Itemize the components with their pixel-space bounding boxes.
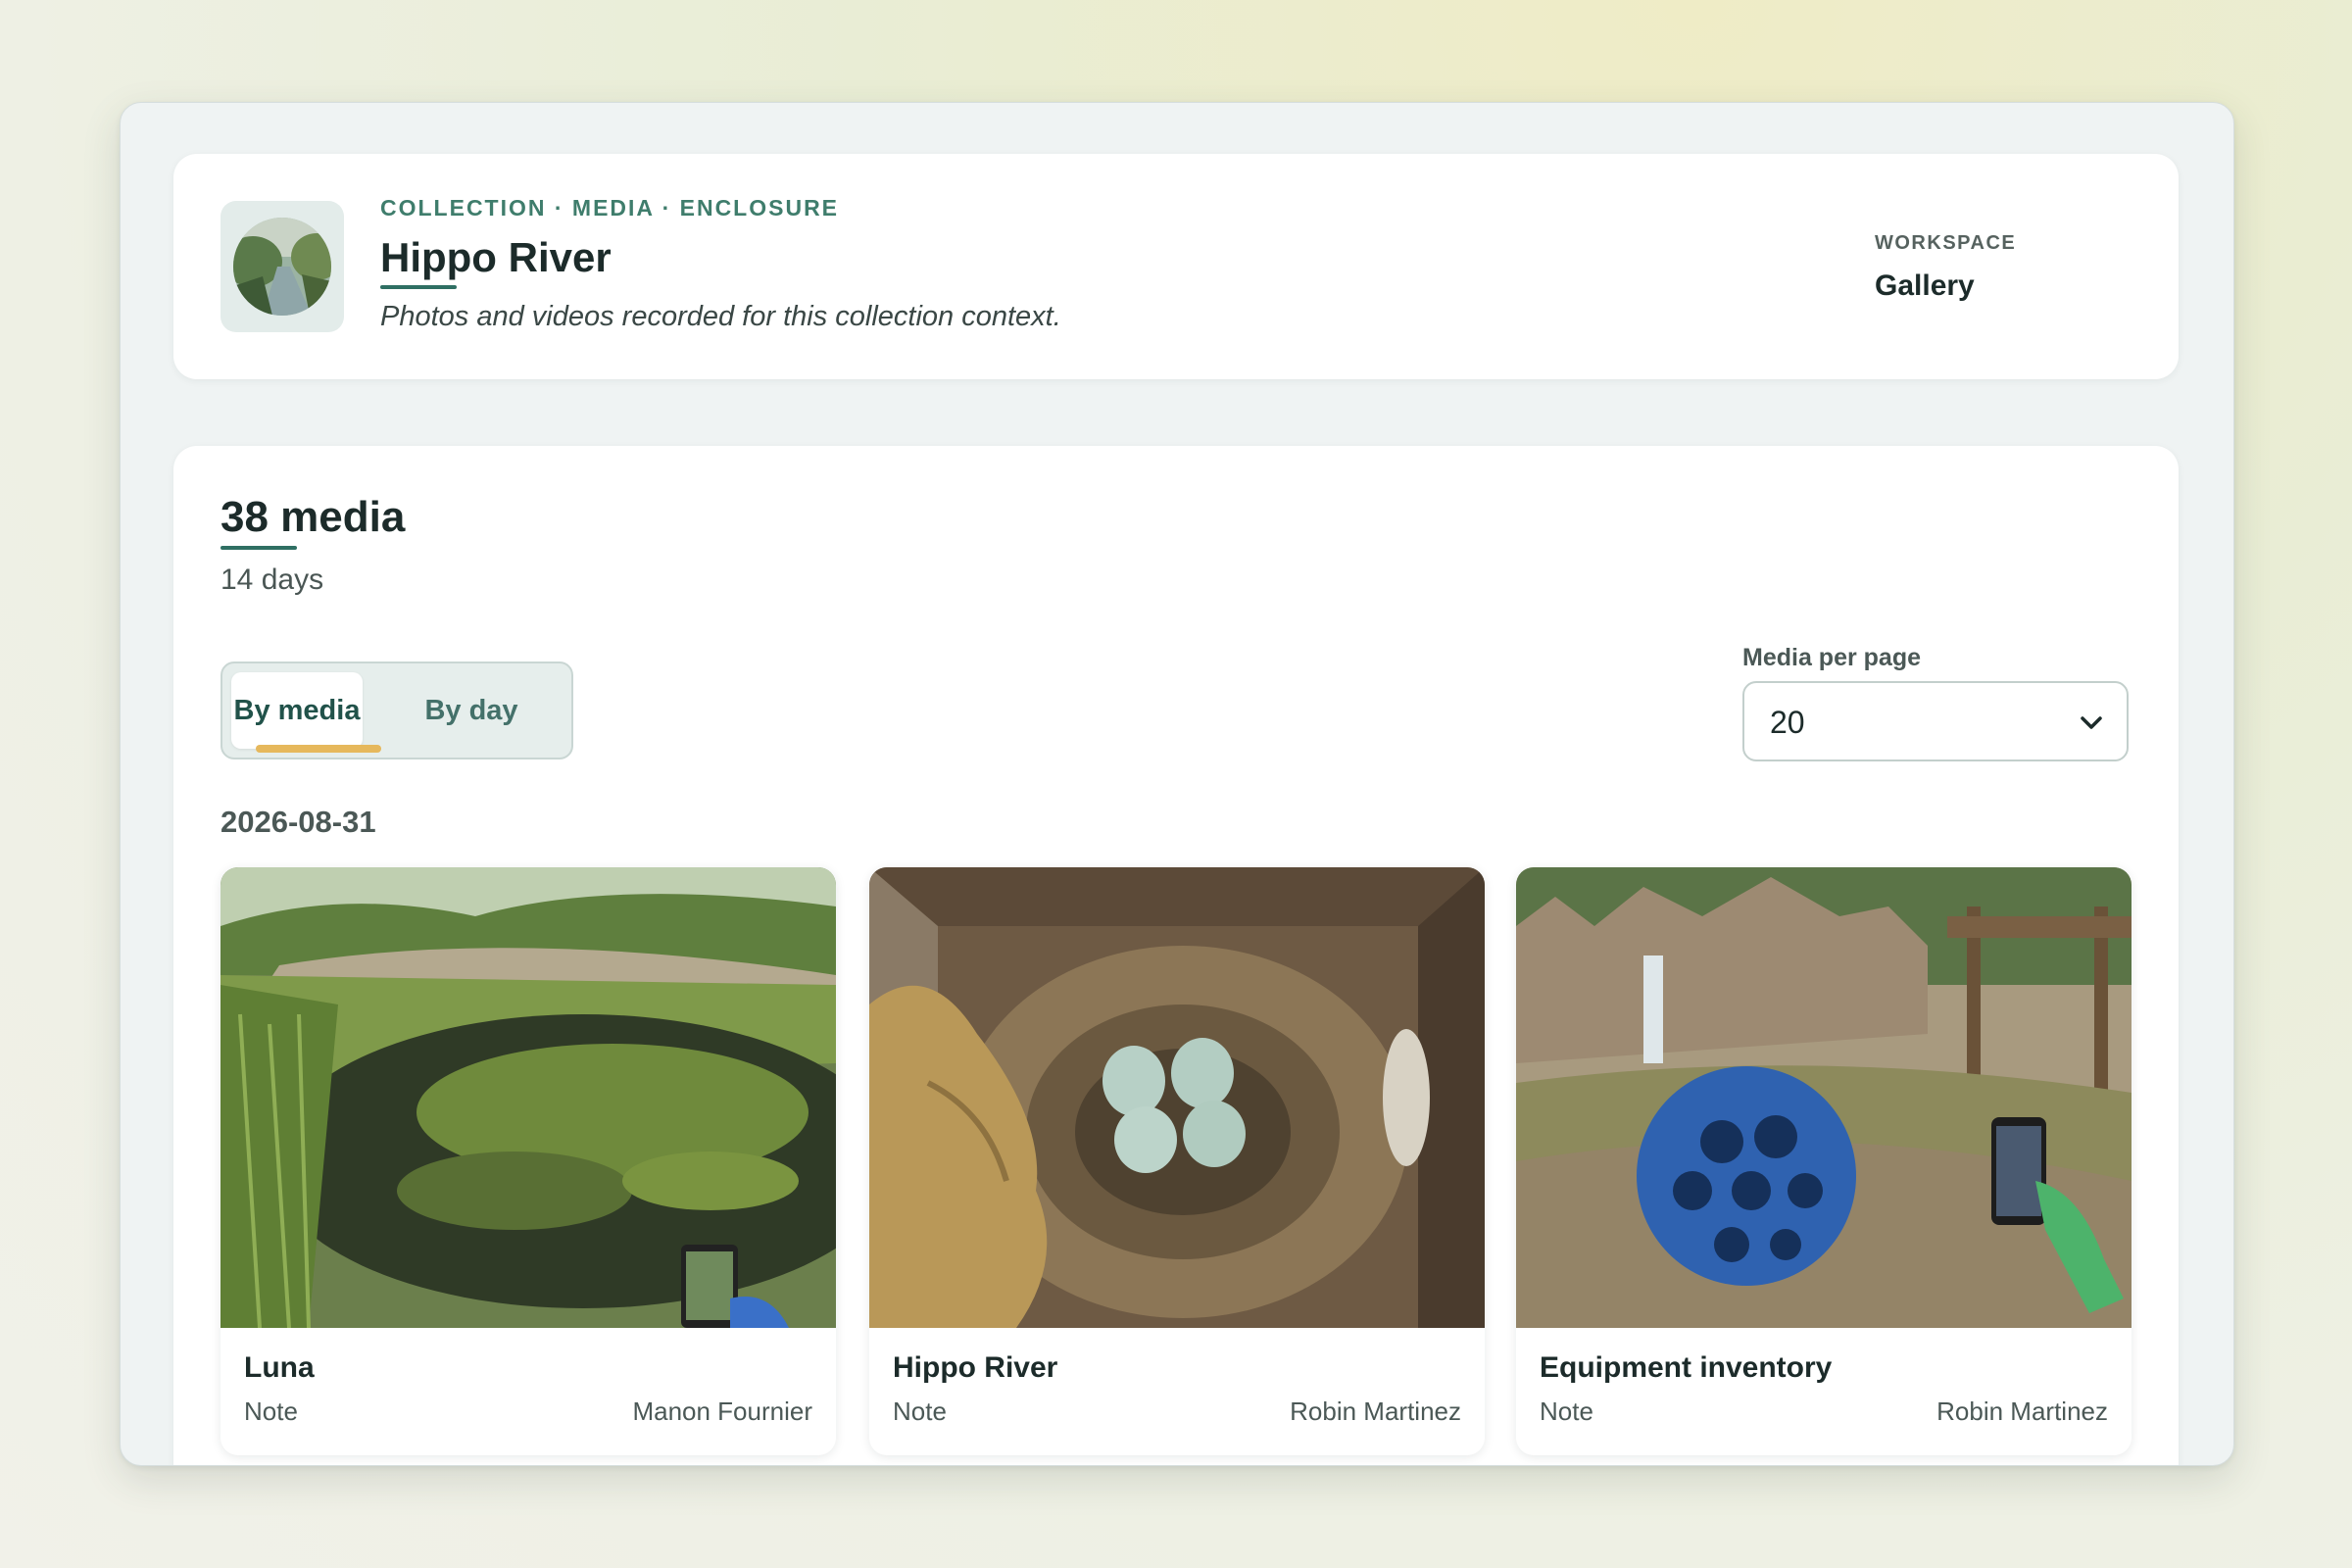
count-underline bbox=[220, 546, 297, 550]
media-author: Robin Martinez bbox=[1936, 1396, 2108, 1426]
media-author: Manon Fournier bbox=[632, 1396, 812, 1426]
media-author: Robin Martinez bbox=[1290, 1396, 1461, 1426]
per-page-select[interactable]: 20 bbox=[1742, 681, 2129, 761]
breadcrumb: COLLECTION · MEDIA · ENCLOSURE bbox=[380, 195, 840, 220]
media-card[interactable]: Equipment inventory Note Robin Martinez bbox=[1516, 867, 2132, 1455]
media-type: Note bbox=[1540, 1396, 1593, 1426]
page-title: Hippo River bbox=[380, 234, 612, 280]
per-page-label: Media per page bbox=[1742, 644, 1921, 671]
app-window: COLLECTION · MEDIA · ENCLOSURE Hippo Riv… bbox=[120, 102, 2234, 1466]
workspace-value: Gallery bbox=[1875, 270, 1975, 302]
river-thumbnail-icon bbox=[233, 218, 331, 316]
media-title: Hippo River bbox=[893, 1351, 1058, 1384]
chevron-down-icon bbox=[2081, 716, 2102, 729]
collection-header: COLLECTION · MEDIA · ENCLOSURE Hippo Riv… bbox=[173, 154, 2179, 379]
collection-thumbnail bbox=[220, 201, 344, 332]
by-media-tab[interactable]: By media bbox=[231, 672, 381, 753]
media-type: Note bbox=[244, 1396, 298, 1426]
page-subtitle: Photos and videos recorded for this coll… bbox=[380, 301, 1061, 332]
per-page-value: 20 bbox=[1770, 705, 1805, 740]
workspace-label: WORKSPACE bbox=[1875, 232, 2017, 254]
media-card[interactable]: Hippo River Note Robin Martinez bbox=[869, 867, 1485, 1455]
view-toggle: By media By day bbox=[220, 662, 573, 760]
media-title: Luna bbox=[244, 1351, 315, 1384]
active-tab-indicator bbox=[256, 745, 381, 753]
title-underline bbox=[380, 285, 457, 289]
media-panel: 38 media 14 days By media By day Media p… bbox=[173, 446, 2179, 1465]
media-type: Note bbox=[893, 1396, 947, 1426]
by-day-tab[interactable]: By day bbox=[404, 672, 539, 749]
by-day-label: By day bbox=[424, 694, 518, 726]
nest-eggs-photo bbox=[869, 867, 1485, 1328]
date-group-heading: 2026-08-31 bbox=[220, 805, 376, 839]
media-count: 38 media bbox=[220, 493, 406, 541]
pond-photo bbox=[220, 867, 836, 1328]
media-card[interactable]: Luna Note Manon Fournier bbox=[220, 867, 836, 1455]
enrichment-ball-photo bbox=[1516, 867, 2132, 1328]
days-count: 14 days bbox=[220, 564, 324, 596]
media-title: Equipment inventory bbox=[1540, 1351, 1833, 1384]
by-media-label: By media bbox=[233, 694, 361, 726]
